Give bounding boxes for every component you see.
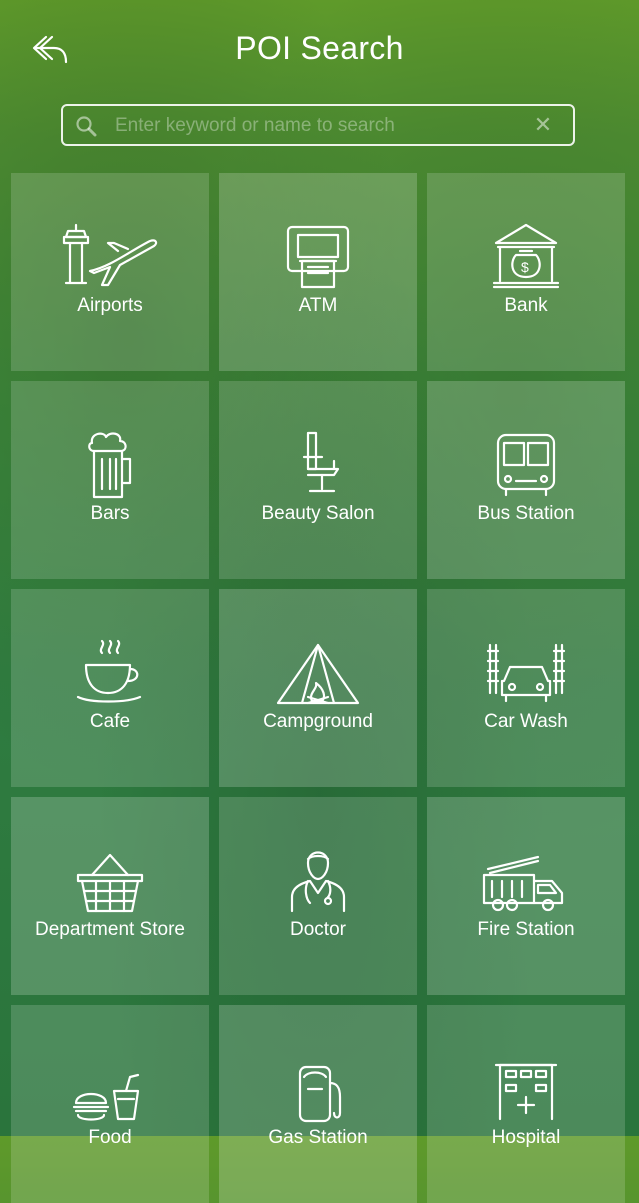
tile-label: ATM <box>298 295 338 316</box>
tent-icon <box>276 643 360 705</box>
tile-fire-station[interactable]: Fire Station <box>427 797 625 995</box>
tile-label: Bars <box>90 503 130 524</box>
tile-food[interactable]: Food <box>11 1005 209 1203</box>
tile-hospital[interactable]: Hospital <box>427 1005 625 1203</box>
beer-mug-icon <box>88 432 132 499</box>
tile-label: Cafe <box>89 711 131 732</box>
tile-label: Food <box>88 1127 132 1148</box>
tile-campground[interactable]: Campground <box>219 589 417 787</box>
car-wash-icon <box>486 643 566 703</box>
coffee-cup-icon <box>76 639 142 703</box>
header: POI Search <box>0 0 639 100</box>
tile-label: Department Store <box>35 919 185 940</box>
tile-bus-station[interactable]: Bus Station <box>427 381 625 579</box>
tile-label: Campground <box>263 711 373 732</box>
tile-beauty-salon[interactable]: Beauty Salon <box>219 381 417 579</box>
search-input[interactable] <box>113 106 527 146</box>
clear-icon[interactable]: ✕ <box>533 114 553 136</box>
tile-label: Car Wash <box>484 711 568 732</box>
search-bar: ✕ <box>61 104 575 146</box>
tile-gas-station[interactable]: Gas Station <box>219 1005 417 1203</box>
tile-label: Bank <box>504 295 548 316</box>
hospital-icon <box>494 1063 558 1121</box>
tile-label: Airports <box>77 295 143 316</box>
doctor-icon <box>290 851 346 913</box>
salon-chair-icon <box>302 431 340 493</box>
tile-doctor[interactable]: Doctor <box>219 797 417 995</box>
tile-cafe[interactable]: Cafe <box>11 589 209 787</box>
tile-car-wash[interactable]: Car Wash <box>427 589 625 787</box>
atm-icon <box>286 225 350 289</box>
tile-airports[interactable]: Airports <box>11 173 209 371</box>
tile-label: Fire Station <box>477 919 575 940</box>
basket-icon <box>76 853 144 913</box>
tile-label: Beauty Salon <box>261 503 375 524</box>
tile-label: Doctor <box>290 919 346 940</box>
gas-pump-icon <box>298 1065 342 1123</box>
tile-label: Gas Station <box>268 1127 368 1148</box>
page-title: POI Search <box>235 30 404 66</box>
airport-icon <box>62 223 158 287</box>
tile-bank[interactable]: $ Bank <box>427 173 625 371</box>
svg-text:$: $ <box>521 259 529 275</box>
bus-icon <box>496 433 556 497</box>
bank-icon: $ <box>492 223 560 289</box>
search-icon <box>76 116 97 137</box>
tile-atm[interactable]: ATM <box>219 173 417 371</box>
fast-food-icon <box>72 1073 140 1121</box>
tile-bars[interactable]: Bars <box>11 381 209 579</box>
tile-label: Hospital <box>491 1127 561 1148</box>
tile-department-store[interactable]: Department Store <box>11 797 209 995</box>
tile-label: Bus Station <box>477 503 575 524</box>
fire-truck-icon <box>482 855 564 912</box>
